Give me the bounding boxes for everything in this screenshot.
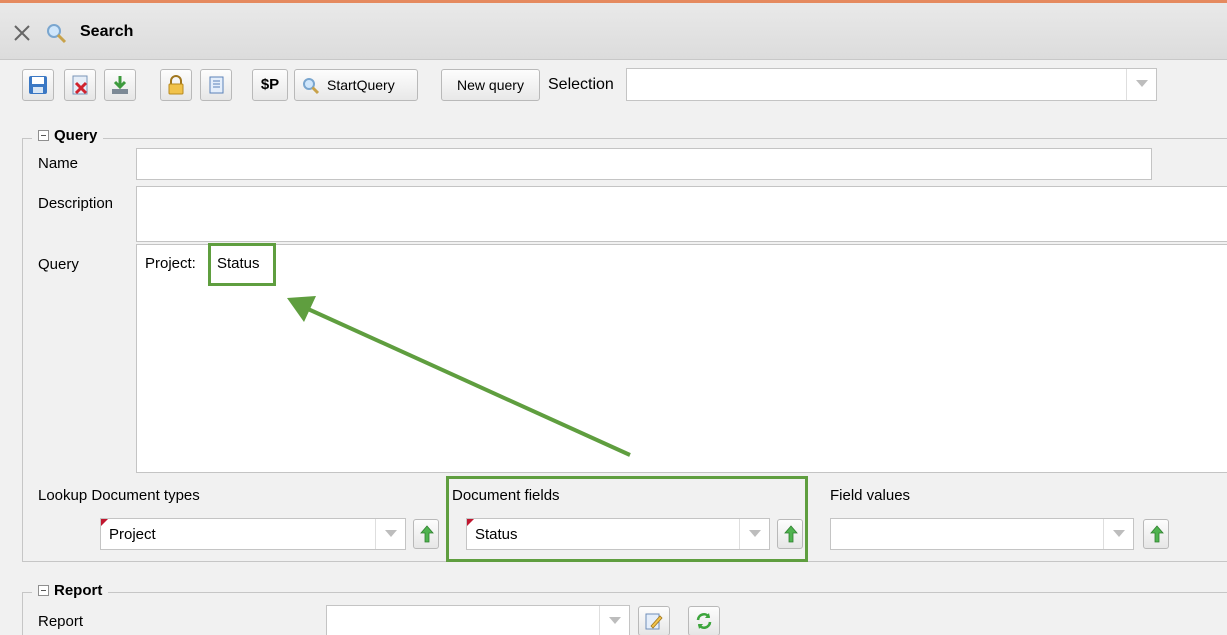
edit-icon [645, 613, 663, 630]
report-legend-text: Report [54, 582, 103, 599]
insert-document-type-button[interactable] [413, 519, 439, 549]
insert-field-value-button[interactable] [1143, 519, 1169, 549]
highlight-document-fields [446, 476, 808, 562]
chevron-down-icon[interactable] [599, 606, 629, 635]
chevron-down-icon[interactable] [375, 519, 405, 549]
arrow-up-icon [420, 525, 434, 543]
document-types-value: Project [109, 526, 156, 543]
required-marker [101, 519, 108, 526]
arrow-up-icon [1150, 525, 1164, 543]
field-values-label: Field values [830, 487, 911, 504]
collapse-icon[interactable] [38, 585, 49, 596]
report-combo[interactable] [326, 605, 630, 635]
lookup-document-types-label: Lookup Document types [38, 487, 200, 504]
report-label: Report [38, 613, 84, 630]
field-values-combo[interactable] [830, 518, 1134, 550]
report-legend[interactable]: Report [32, 582, 109, 599]
edit-report-button[interactable] [638, 606, 670, 635]
document-types-combo[interactable]: Project [100, 518, 406, 550]
refresh-report-button[interactable] [688, 606, 720, 635]
chevron-down-icon[interactable] [1103, 519, 1133, 549]
refresh-icon [696, 613, 712, 629]
